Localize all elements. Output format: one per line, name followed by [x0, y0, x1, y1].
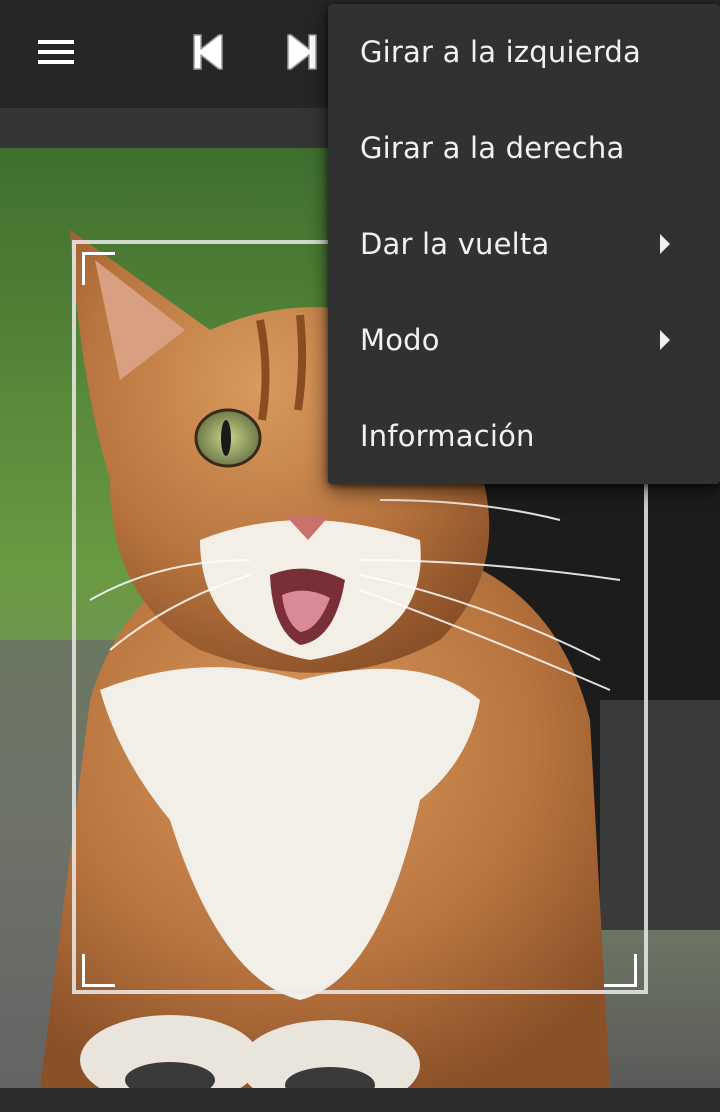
submenu-arrow-icon [660, 234, 670, 254]
menu-item-label: Girar a la izquierda [360, 35, 641, 69]
menu-item-rotate-left[interactable]: Girar a la izquierda [328, 4, 720, 100]
crop-handle-top-left[interactable] [82, 252, 115, 285]
overflow-popup-menu: Girar a la izquierda Girar a la derecha … [328, 4, 720, 484]
hamburger-menu-icon [38, 40, 74, 64]
menu-item-label: Dar la vuelta [360, 227, 550, 261]
submenu-arrow-icon [660, 330, 670, 350]
previous-image-button[interactable] [182, 26, 234, 78]
bottom-bar [0, 1088, 720, 1112]
menu-item-label: Información [360, 419, 535, 453]
next-image-button[interactable] [276, 26, 328, 78]
menu-item-rotate-right[interactable]: Girar a la derecha [328, 100, 720, 196]
skip-previous-icon [193, 34, 223, 70]
menu-item-mode[interactable]: Modo [328, 292, 720, 388]
crop-handle-bottom-right[interactable] [604, 954, 637, 987]
menu-item-flip[interactable]: Dar la vuelta [328, 196, 720, 292]
crop-handle-bottom-left[interactable] [82, 954, 115, 987]
menu-item-label: Modo [360, 323, 440, 357]
menu-item-label: Girar a la derecha [360, 131, 625, 165]
skip-next-icon [287, 34, 317, 70]
menu-item-information[interactable]: Información [328, 388, 720, 484]
navigation-menu-button[interactable] [20, 28, 92, 76]
